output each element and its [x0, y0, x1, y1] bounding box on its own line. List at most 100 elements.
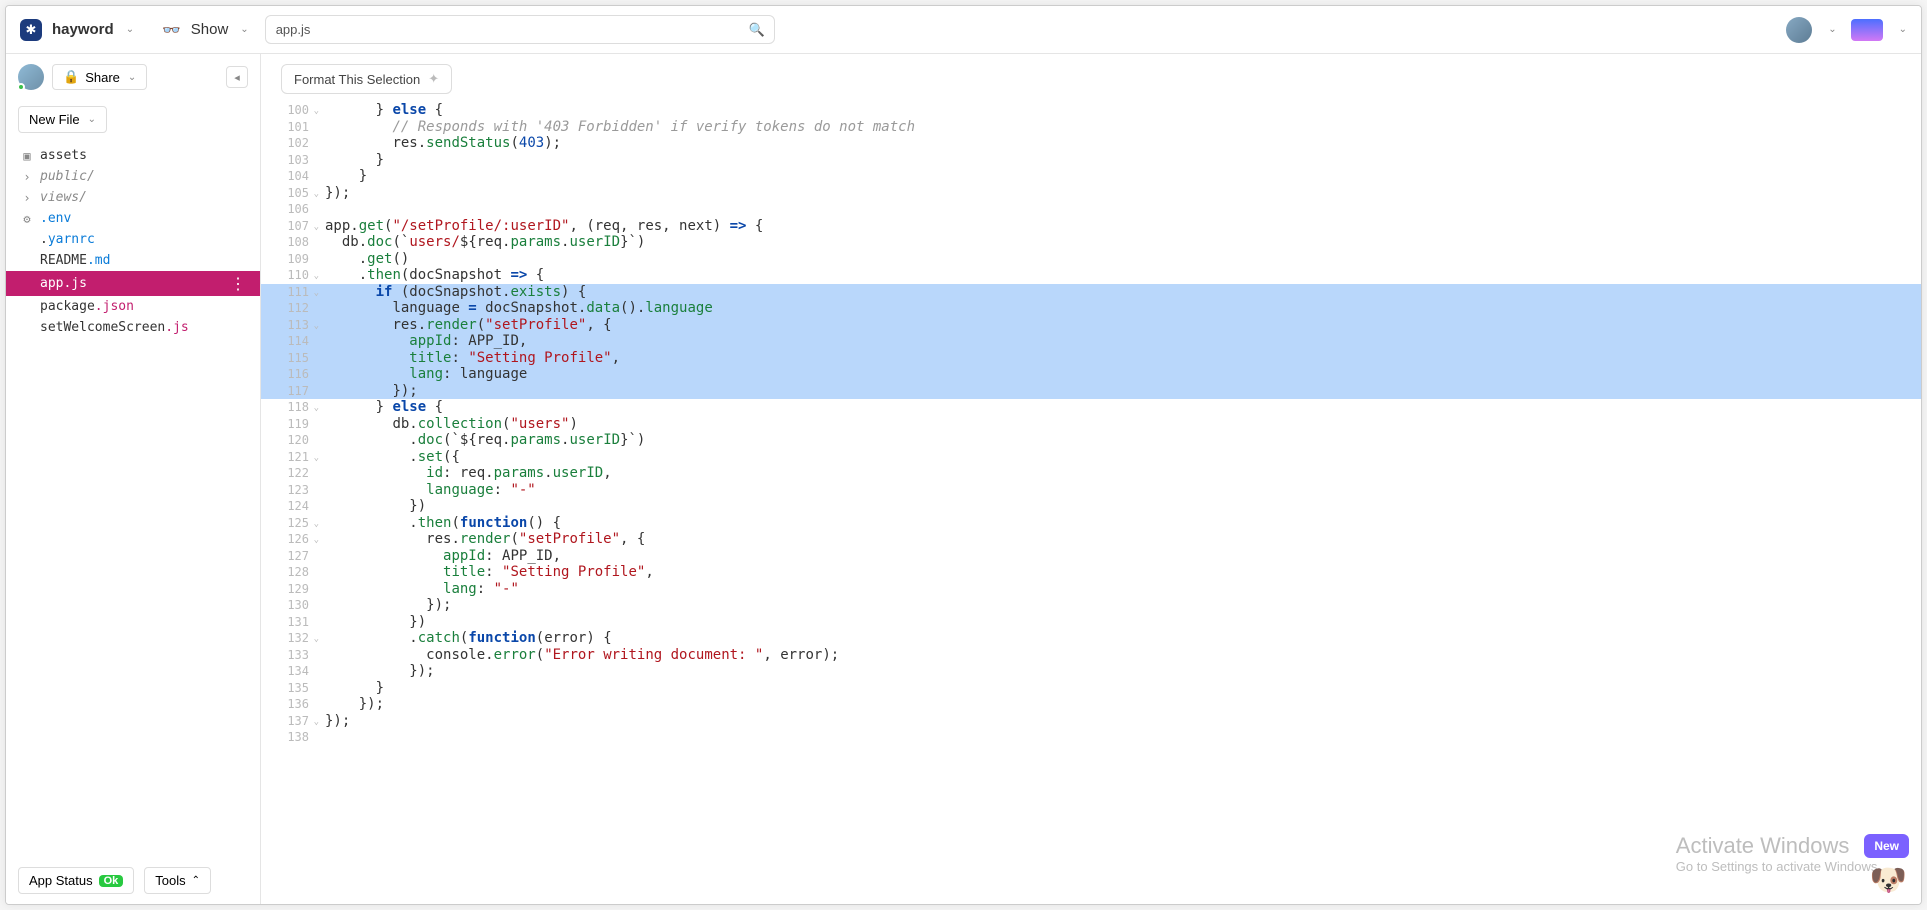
code-line[interactable]: 131 })	[261, 614, 1921, 631]
code-content[interactable]: }	[319, 680, 1921, 697]
fold-caret-icon[interactable]: ⌄	[314, 516, 319, 533]
glitch-fish-icon[interactable]	[1851, 19, 1883, 41]
fold-caret-icon[interactable]: ⌄	[314, 268, 319, 285]
presence-avatar[interactable]	[18, 64, 44, 90]
code-line[interactable]: 105⌄});	[261, 185, 1921, 202]
code-content[interactable]: } else {	[319, 399, 1921, 416]
code-content[interactable]: // Responds with '403 Forbidden' if veri…	[319, 119, 1921, 136]
fold-caret-icon[interactable]: ⌄	[314, 186, 319, 203]
jump-to-input[interactable]	[265, 15, 775, 44]
code-content[interactable]	[319, 729, 1921, 746]
code-content[interactable]: .then(function() {	[319, 515, 1921, 532]
code-line[interactable]: 124 })	[261, 498, 1921, 515]
file-tree-item[interactable]: ›views/	[6, 187, 260, 208]
share-button[interactable]: 🔒 Share ⌄	[52, 64, 147, 90]
code-line[interactable]: 118⌄ } else {	[261, 399, 1921, 416]
project-name[interactable]: hayword	[52, 21, 114, 38]
file-tree-item[interactable]: ▣assets	[6, 145, 260, 166]
tree-item-menu-icon[interactable]: ⋮	[230, 274, 246, 293]
code-line[interactable]: 117 });	[261, 383, 1921, 400]
code-line[interactable]: 136 });	[261, 696, 1921, 713]
code-line[interactable]: 123 language: "-"	[261, 482, 1921, 499]
fold-caret-icon[interactable]: ⌄	[314, 631, 319, 648]
search-icon[interactable]: 🔍	[749, 22, 765, 38]
code-line[interactable]: 103 }	[261, 152, 1921, 169]
code-content[interactable]: title: "Setting Profile",	[319, 564, 1921, 581]
code-line[interactable]: 121⌄ .set({	[261, 449, 1921, 466]
file-tree-item[interactable]: ›public/	[6, 166, 260, 187]
fold-caret-icon[interactable]: ⌄	[314, 103, 319, 120]
file-tree-item[interactable]: .yarnrc	[6, 229, 260, 250]
code-content[interactable]: res.sendStatus(403);	[319, 135, 1921, 152]
code-content[interactable]: db.collection("users")	[319, 416, 1921, 433]
file-tree-item[interactable]: package.json	[6, 296, 260, 317]
new-badge-button[interactable]: New	[1864, 834, 1909, 858]
collapse-sidebar-button[interactable]: ◂	[226, 66, 248, 88]
user-menu-caret[interactable]: ⌄	[1828, 24, 1836, 35]
tools-button[interactable]: Tools ⌃	[144, 867, 211, 894]
project-dropdown-caret[interactable]: ⌄	[126, 24, 134, 35]
code-content[interactable]: app.get("/setProfile/:userID", (req, res…	[319, 218, 1921, 235]
app-status-button[interactable]: App Status Ok	[18, 867, 134, 894]
code-content[interactable]: .doc(`${req.params.userID}`)	[319, 432, 1921, 449]
code-content[interactable]: title: "Setting Profile",	[319, 350, 1921, 367]
code-line[interactable]: 111⌄ if (docSnapshot.exists) {	[261, 284, 1921, 301]
fold-caret-icon[interactable]: ⌄	[314, 219, 319, 236]
code-line[interactable]: 104 }	[261, 168, 1921, 185]
code-line[interactable]: 133 console.error("Error writing documen…	[261, 647, 1921, 664]
code-content[interactable]: appId: APP_ID,	[319, 333, 1921, 350]
code-content[interactable]: .get()	[319, 251, 1921, 268]
code-line[interactable]: 127 appId: APP_ID,	[261, 548, 1921, 565]
new-file-button[interactable]: New File ⌄	[18, 106, 107, 133]
code-content[interactable]: if (docSnapshot.exists) {	[319, 284, 1921, 301]
code-line[interactable]: 126⌄ res.render("setProfile", {	[261, 531, 1921, 548]
code-line[interactable]: 116 lang: language	[261, 366, 1921, 383]
code-content[interactable]: });	[319, 713, 1921, 730]
code-line[interactable]: 125⌄ .then(function() {	[261, 515, 1921, 532]
code-line[interactable]: 132⌄ .catch(function(error) {	[261, 630, 1921, 647]
fold-caret-icon[interactable]: ⌄	[314, 532, 319, 549]
fold-caret-icon[interactable]: ⌄	[314, 450, 319, 467]
code-content[interactable]: });	[319, 185, 1921, 202]
code-content[interactable]: });	[319, 383, 1921, 400]
code-content[interactable]: language: "-"	[319, 482, 1921, 499]
file-tree-item[interactable]: README.md	[6, 250, 260, 271]
code-content[interactable]: });	[319, 597, 1921, 614]
code-content[interactable]: })	[319, 498, 1921, 515]
code-content[interactable]: db.doc(`users/${req.params.userID}`)	[319, 234, 1921, 251]
file-tree-item[interactable]: ⚙.env	[6, 208, 260, 229]
user-avatar[interactable]	[1786, 17, 1812, 43]
glitch-logo-icon[interactable]	[20, 19, 42, 41]
code-content[interactable]: lang: "-"	[319, 581, 1921, 598]
code-content[interactable]: .set({	[319, 449, 1921, 466]
code-content[interactable]: appId: APP_ID,	[319, 548, 1921, 565]
code-line[interactable]: 122 id: req.params.userID,	[261, 465, 1921, 482]
code-line[interactable]: 107⌄app.get("/setProfile/:userID", (req,…	[261, 218, 1921, 235]
code-line[interactable]: 108 db.doc(`users/${req.params.userID}`)	[261, 234, 1921, 251]
code-content[interactable]: })	[319, 614, 1921, 631]
fold-caret-icon[interactable]: ⌄	[314, 285, 319, 302]
code-line[interactable]: 110⌄ .then(docSnapshot => {	[261, 267, 1921, 284]
fold-caret-icon[interactable]: ⌄	[314, 714, 319, 731]
show-dropdown-caret[interactable]: ⌄	[240, 24, 248, 35]
code-line[interactable]: 119 db.collection("users")	[261, 416, 1921, 433]
code-content[interactable]: }	[319, 152, 1921, 169]
code-line[interactable]: 100⌄ } else {	[261, 102, 1921, 119]
code-line[interactable]: 130 });	[261, 597, 1921, 614]
code-line[interactable]: 114 appId: APP_ID,	[261, 333, 1921, 350]
code-content[interactable]: });	[319, 696, 1921, 713]
glitch-menu-caret[interactable]: ⌄	[1899, 24, 1907, 35]
code-line[interactable]: 106	[261, 201, 1921, 218]
code-content[interactable]: .then(docSnapshot => {	[319, 267, 1921, 284]
code-content[interactable]: });	[319, 663, 1921, 680]
code-content[interactable]: .catch(function(error) {	[319, 630, 1921, 647]
code-line[interactable]: 115 title: "Setting Profile",	[261, 350, 1921, 367]
fold-caret-icon[interactable]: ⌄	[314, 318, 319, 335]
code-content[interactable]: } else {	[319, 102, 1921, 119]
code-line[interactable]: 137⌄});	[261, 713, 1921, 730]
code-line[interactable]: 128 title: "Setting Profile",	[261, 564, 1921, 581]
code-line[interactable]: 135 }	[261, 680, 1921, 697]
code-line[interactable]: 101 // Responds with '403 Forbidden' if …	[261, 119, 1921, 136]
code-content[interactable]	[319, 201, 1921, 218]
file-tree-item[interactable]: setWelcomeScreen.js	[6, 317, 260, 338]
